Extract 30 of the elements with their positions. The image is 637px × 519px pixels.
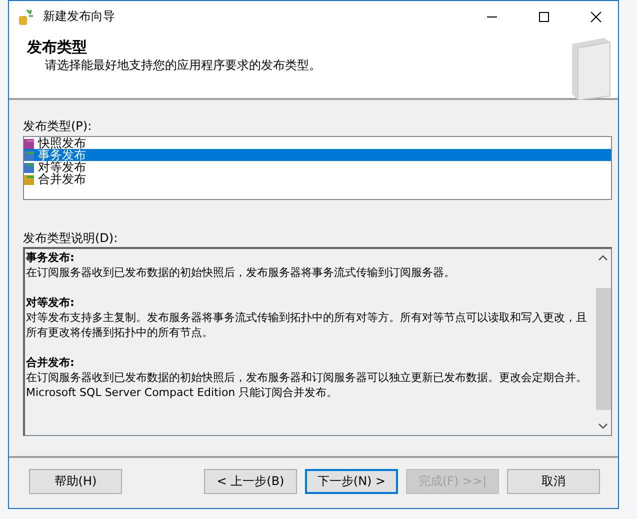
list-item[interactable]: 对等发布 xyxy=(37,161,87,173)
publication-icon xyxy=(24,150,35,160)
scroll-up-icon[interactable] xyxy=(598,254,608,262)
page-subtitle: 请选择能最好地支持您的应用程序要求的发布类型。 xyxy=(44,57,321,74)
publication-icon xyxy=(24,174,35,184)
page-title: 发布类型 xyxy=(27,38,88,57)
publication-icon xyxy=(24,162,35,172)
dialog-button[interactable]: 帮助(H) xyxy=(29,468,122,494)
dialog-button[interactable]: < 上一步(B) xyxy=(204,468,297,494)
list-item[interactable]: 合并发布 xyxy=(37,173,87,185)
section-heading: 对等发布: xyxy=(26,295,76,310)
scroll-down-icon[interactable] xyxy=(598,422,608,430)
list-item[interactable]: 事务发布 xyxy=(37,149,87,161)
scroll-thumb[interactable] xyxy=(596,288,610,410)
list-item[interactable]: 快照发布 xyxy=(37,137,87,149)
section-text: 在订阅服务器收到已发布数据的初始快照后，发布服务器和订阅服务器可以独立更新已发布数据。更改会定期合并。Microsoft SQL Server Compact Edition 只能订阅合并发布。 xyxy=(26,370,588,400)
type-list[interactable]: 快照发布 事务发布 对等发布 合并发布 xyxy=(23,136,612,200)
maximize-icon[interactable] xyxy=(538,10,550,22)
section-heading: 事务发布: xyxy=(26,250,76,265)
dialog-button[interactable]: 下一步(N) > xyxy=(305,468,398,494)
wizard-icon xyxy=(17,8,35,26)
field-label: 发布类型说明(D): xyxy=(23,230,119,246)
section-heading: 合并发布: xyxy=(26,355,76,370)
section-text: 对等发布支持多主复制。发布服务器将事务流式传输到拓扑中的所有对等方。所有对等节点可以读取和写入更改，且所有更改将传播到拓扑中的所有节点。 xyxy=(26,310,588,340)
dialog-button[interactable]: 取消 xyxy=(507,468,600,494)
section-text: 在订阅服务器收到已发布数据的初始快照后，发布服务器将事务流式传输到订阅服务器。 xyxy=(26,265,456,280)
window-title: 新建发布向导 xyxy=(43,8,115,25)
field-label: 发布类型(P): xyxy=(23,118,93,134)
close-icon[interactable] xyxy=(590,10,602,22)
publication-icon xyxy=(24,138,35,148)
